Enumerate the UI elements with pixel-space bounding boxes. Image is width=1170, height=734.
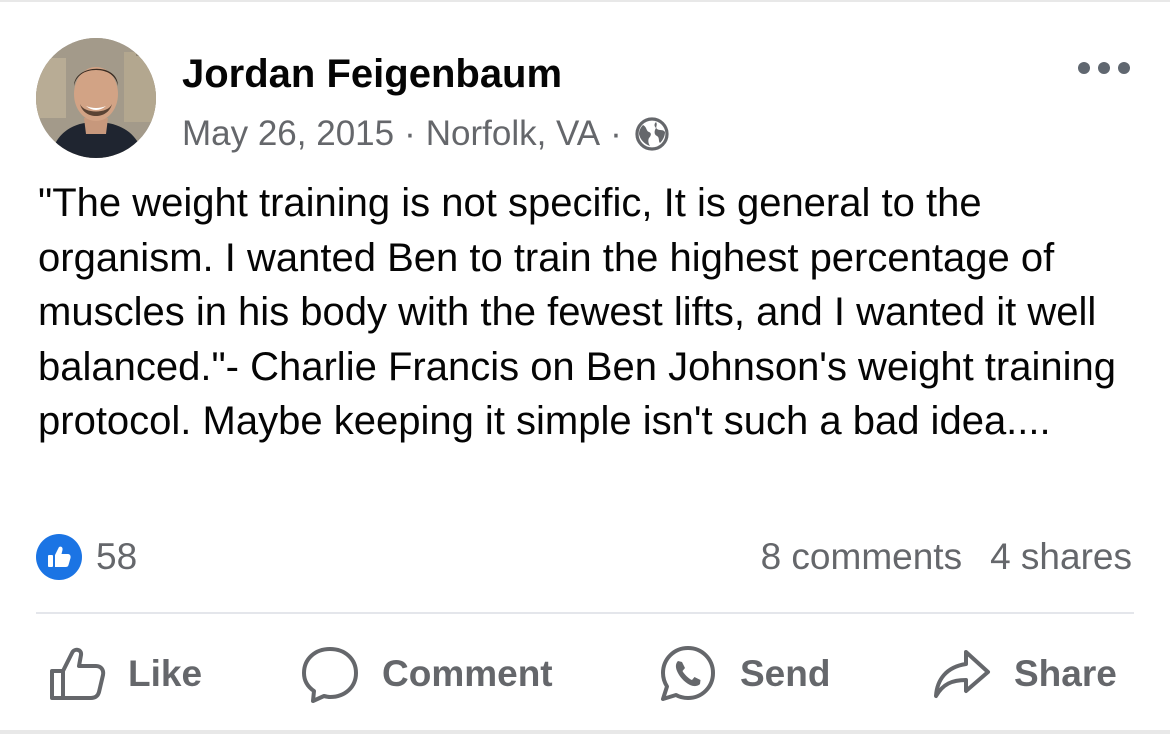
- like-label: Like: [128, 653, 203, 694]
- post-location[interactable]: Norfolk, VA: [426, 112, 600, 156]
- comment-label: Comment: [382, 653, 553, 694]
- facebook-post: Jordan Feigenbaum May 26, 2015 · Norfolk…: [0, 0, 1170, 734]
- dot-icon: [1098, 62, 1110, 74]
- comment-button[interactable]: Comment: [300, 636, 553, 712]
- more-options-icon[interactable]: [1078, 56, 1130, 80]
- dot-icon: [1118, 62, 1130, 74]
- comment-bubble-icon: [302, 647, 358, 703]
- dot-icon: [1078, 62, 1090, 74]
- comments-count[interactable]: 8 comments: [761, 534, 963, 580]
- reaction-count: 58: [96, 536, 138, 577]
- post-body-text: "The weight training is not specific, It…: [38, 181, 1116, 443]
- engagement-counts: 8 comments 4 shares: [761, 534, 1132, 580]
- reactions-summary[interactable]: 58: [36, 534, 137, 580]
- meta-separator: ·: [404, 114, 416, 153]
- post-meta: May 26, 2015 · Norfolk, VA ·: [182, 112, 670, 156]
- author-avatar[interactable]: [36, 38, 156, 158]
- author-name[interactable]: Jordan Feigenbaum: [182, 50, 562, 98]
- like-reaction-icon: [36, 534, 82, 580]
- bottom-divider: [0, 730, 1170, 734]
- send-button[interactable]: Send: [658, 636, 830, 712]
- whatsapp-icon: [661, 646, 715, 701]
- share-label: Share: [1014, 653, 1117, 694]
- send-label: Send: [740, 653, 831, 694]
- share-arrow-icon: [934, 650, 990, 698]
- top-divider: [0, 0, 1170, 2]
- globe-icon[interactable]: [634, 116, 670, 152]
- like-button[interactable]: Like: [48, 636, 202, 712]
- share-button[interactable]: Share: [932, 636, 1117, 712]
- post-date[interactable]: May 26, 2015: [182, 112, 394, 156]
- meta-separator: ·: [610, 114, 622, 153]
- actions-divider: [36, 612, 1134, 614]
- shares-count[interactable]: 4 shares: [990, 534, 1132, 580]
- thumbs-up-icon: [50, 647, 106, 700]
- post-actions-bar: Like Comment Send Share: [0, 636, 1170, 712]
